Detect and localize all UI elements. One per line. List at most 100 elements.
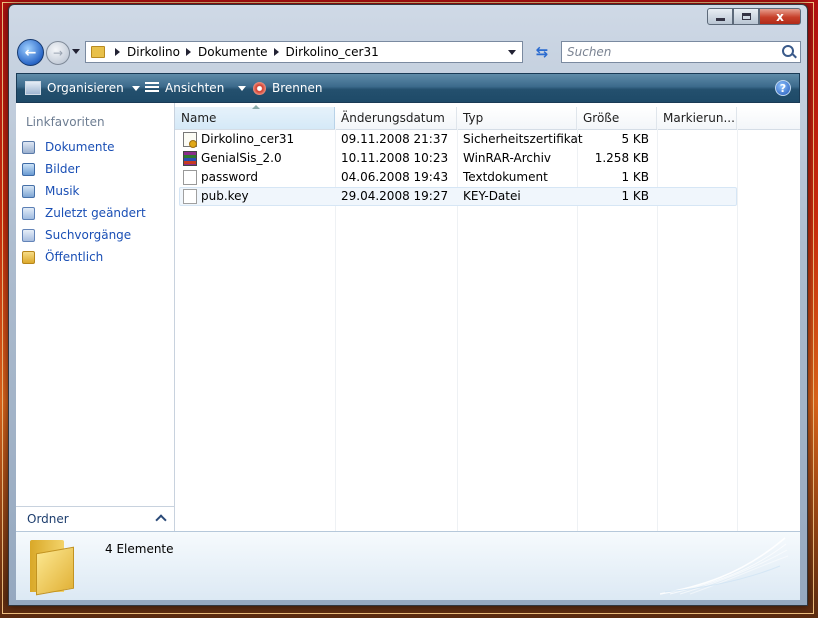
breadcrumb-dirkolino[interactable]: Dirkolino	[127, 45, 180, 59]
file-name-cell: password	[183, 168, 258, 187]
nav-item-public[interactable]: Öffentlich	[22, 246, 146, 268]
nav-item-recently-changed[interactable]: Zuletzt geändert	[22, 202, 146, 224]
chevron-down-icon	[131, 85, 140, 91]
winrar-archive-icon	[183, 151, 197, 166]
file-row[interactable]: pub.key 29.04.2008 19:27 KEY-Datei 1 KB	[175, 187, 800, 206]
explorer-window: x ← → Dirkolino Dokumente Dirkolino_cer3…	[8, 4, 808, 606]
favorite-links-list: Dokumente Bilder Musik Zuletzt geändert …	[22, 136, 146, 268]
file-name-cell: Dirkolino_cer31	[183, 130, 294, 149]
text-document-icon	[183, 170, 197, 185]
burn-disc-icon	[253, 81, 266, 95]
nav-item-label: Musik	[45, 184, 80, 198]
chevron-down-icon	[238, 85, 247, 91]
column-header-label: Typ	[463, 111, 484, 125]
file-type: Sicherheitszertifikat	[463, 132, 583, 146]
minimize-button[interactable]	[707, 8, 733, 25]
organize-button[interactable]: Organisieren	[25, 74, 140, 102]
column-header-type[interactable]: Typ	[457, 107, 577, 129]
public-folder-icon	[22, 250, 35, 264]
nav-item-label: Bilder	[45, 162, 80, 176]
music-icon	[22, 184, 35, 198]
file-list: Dirkolino_cer31 09.11.2008 21:37 Sicherh…	[175, 130, 800, 206]
maximize-button[interactable]	[733, 8, 759, 25]
views-icon	[145, 82, 159, 94]
column-header-name[interactable]: Name	[175, 105, 335, 129]
file-row[interactable]: GenialSis_2.0 10.11.2008 10:23 WinRAR-Ar…	[175, 149, 800, 168]
maximize-icon	[741, 13, 751, 20]
recently-changed-icon	[22, 206, 35, 220]
file-date: 29.04.2008 19:27	[341, 189, 449, 203]
views-label: Ansichten	[165, 81, 225, 95]
file-size: 1.258 KB	[594, 151, 649, 165]
help-icon[interactable]: ?	[775, 80, 791, 96]
favorite-links-heading: Linkfavoriten	[26, 115, 105, 129]
file-name: GenialSis_2.0	[201, 151, 282, 165]
column-header-size[interactable]: Größe	[577, 107, 657, 129]
chevron-up-icon	[155, 514, 167, 526]
column-header-label: Größe	[583, 111, 620, 125]
decorative-swoosh-icon	[660, 537, 789, 595]
file-size: 1 KB	[621, 170, 649, 184]
address-bar[interactable]: Dirkolino Dokumente Dirkolino_cer31	[85, 41, 523, 63]
folders-toggle[interactable]: Ordner	[16, 506, 174, 531]
breadcrumb-arrow-icon[interactable]	[273, 48, 279, 56]
close-icon: x	[776, 9, 784, 24]
item-count: 4 Elemente	[105, 542, 174, 556]
nav-item-label: Suchvorgänge	[45, 228, 132, 242]
nav-item-searches[interactable]: Suchvorgänge	[22, 224, 146, 246]
close-button[interactable]: x	[759, 8, 801, 25]
file-row[interactable]: password 04.06.2008 19:43 Textdokument 1…	[175, 168, 800, 187]
back-button[interactable]: ←	[17, 39, 44, 66]
search-input[interactable]: Suchen	[561, 41, 801, 63]
back-arrow-icon: ←	[24, 44, 37, 61]
command-toolbar: Organisieren Ansichten Brennen ?	[16, 73, 800, 103]
file-type: Textdokument	[463, 170, 548, 184]
folder-icon	[28, 540, 74, 596]
search-icon[interactable]	[782, 45, 794, 57]
file-size: 5 KB	[621, 132, 649, 146]
breadcrumb-arrow-icon[interactable]	[186, 48, 191, 56]
recent-pages-dropdown-icon[interactable]	[72, 49, 80, 54]
column-header-label: Markierun...	[663, 111, 735, 125]
breadcrumb-arrow-icon[interactable]	[115, 48, 120, 56]
minimize-icon	[715, 18, 725, 21]
content-area: Linkfavoriten Dokumente Bilder Musik Zul…	[16, 103, 800, 531]
file-list-pane: Name Änderungsdatum Typ Größe Markierun.…	[175, 103, 800, 531]
column-header-tags[interactable]: Markierun...	[657, 107, 737, 129]
file-date: 09.11.2008 21:37	[341, 132, 449, 146]
breadcrumb-current-folder[interactable]: Dirkolino_cer31	[286, 45, 379, 59]
file-row[interactable]: Dirkolino_cer31 09.11.2008 21:37 Sicherh…	[175, 130, 800, 149]
sort-ascending-icon	[252, 105, 260, 109]
refresh-icon: ⇆	[535, 43, 549, 61]
burn-button[interactable]: Brennen	[253, 74, 322, 102]
file-date: 10.11.2008 10:23	[341, 151, 449, 165]
organize-label: Organisieren	[47, 81, 124, 95]
pictures-icon	[22, 162, 35, 176]
burn-label: Brennen	[272, 81, 323, 95]
column-header-date[interactable]: Änderungsdatum	[335, 107, 457, 129]
details-pane: 4 Elemente	[16, 531, 800, 600]
views-button[interactable]: Ansichten	[145, 74, 247, 102]
file-name: Dirkolino_cer31	[201, 132, 295, 146]
file-type: KEY-Datei	[463, 189, 521, 203]
address-dropdown-icon[interactable]	[508, 50, 516, 55]
nav-item-documents[interactable]: Dokumente	[22, 136, 146, 158]
documents-icon	[22, 140, 35, 154]
refresh-button[interactable]: ⇆	[529, 41, 555, 63]
forward-button[interactable]: →	[46, 41, 70, 65]
column-header-label: Name	[181, 111, 217, 125]
folders-label: Ordner	[27, 512, 69, 526]
nav-item-label: Öffentlich	[45, 250, 104, 264]
nav-item-label: Zuletzt geändert	[45, 206, 146, 220]
caption-buttons: x	[707, 8, 801, 25]
breadcrumb-dokumente[interactable]: Dokumente	[198, 45, 268, 59]
file-name-cell: pub.key	[183, 187, 249, 206]
organize-icon	[25, 81, 41, 95]
key-file-icon	[183, 189, 197, 204]
nav-item-pictures[interactable]: Bilder	[22, 158, 146, 180]
folder-icon	[91, 46, 105, 58]
certificate-icon	[183, 132, 197, 148]
file-name: password	[201, 170, 258, 184]
nav-item-music[interactable]: Musik	[22, 180, 146, 202]
search-placeholder: Suchen	[567, 45, 612, 59]
